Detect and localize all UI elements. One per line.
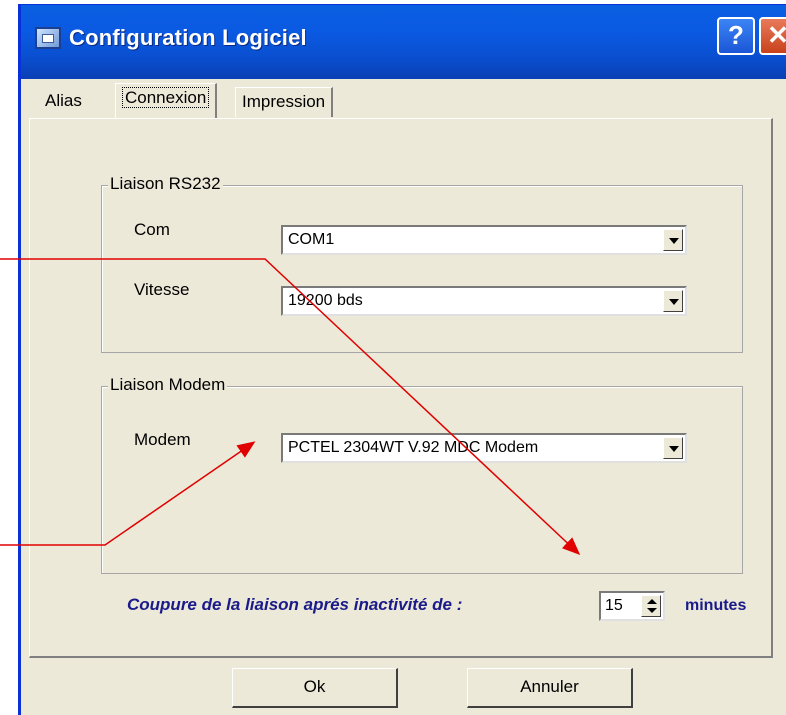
background-margin [0,0,18,715]
help-button[interactable]: ? [717,17,755,55]
chevron-down-icon[interactable] [663,290,683,312]
timeout-unit: minutes [685,597,747,614]
timeout-label: Coupure de la liaison aprés inactivité d… [127,595,463,614]
arrow-up-icon[interactable] [647,599,657,604]
groupbox-rs232: Liaison RS232 [101,174,743,353]
speed-label: Vitesse [134,280,190,299]
chevron-down-icon[interactable] [663,437,683,459]
tab-strip: Alias Connexion Impression [21,83,786,119]
spinner-buttons[interactable] [641,595,661,617]
tab-alias[interactable]: Alias [39,87,88,117]
groupbox-modem: Liaison Modem [101,375,743,574]
chevron-down-icon[interactable] [663,229,683,251]
tab-connexion-label: Connexion [122,87,210,108]
com-select[interactable]: COM1 [281,225,687,255]
modem-select[interactable]: PCTEL 2304WT V.92 MDC Modem [281,433,687,463]
tab-connexion[interactable]: Connexion [115,83,218,119]
dialog-window: Configuration Logiciel ? ✕ Alias Connexi… [18,4,786,715]
app-icon [35,27,61,49]
com-label: Com [134,220,170,239]
speed-select[interactable]: 19200 bds [281,286,687,316]
close-button[interactable]: ✕ [759,17,786,55]
timeout-spinner[interactable]: 15 [599,591,665,621]
modem-label: Modem [134,430,191,449]
arrow-down-icon[interactable] [647,608,657,613]
com-select-value: COM1 [288,231,335,248]
title-bar[interactable]: Configuration Logiciel ? ✕ [21,5,786,79]
speed-select-value: 19200 bds [288,292,363,309]
tab-impression[interactable]: Impression [235,87,334,117]
timeout-value: 15 [605,597,623,614]
groupbox-modem-legend: Liaison Modem [108,375,228,395]
cancel-button[interactable]: Annuler [467,668,633,708]
groupbox-rs232-legend: Liaison RS232 [108,174,223,194]
window-title: Configuration Logiciel [69,25,307,50]
modem-select-value: PCTEL 2304WT V.92 MDC Modem [288,439,539,456]
ok-button[interactable]: Ok [232,668,398,708]
